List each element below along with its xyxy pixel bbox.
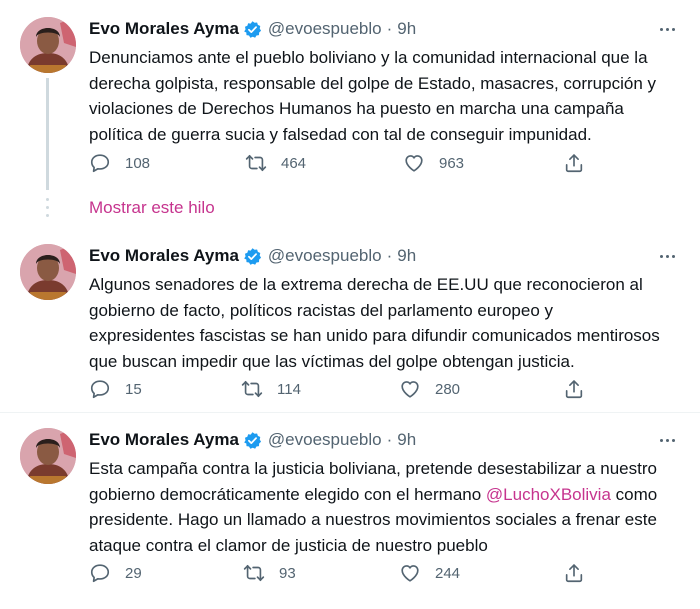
- retweet-button[interactable]: 464: [245, 151, 306, 175]
- like-icon: [405, 155, 423, 172]
- tweet-text: Esta campaña contra la justicia bolivian…: [89, 456, 681, 558]
- author-avatar[interactable]: [20, 244, 76, 300]
- retweet-button[interactable]: 93: [243, 561, 296, 585]
- share-button[interactable]: [563, 377, 585, 401]
- like-count: 963: [439, 154, 465, 172]
- separator-dot: ·: [386, 430, 393, 449]
- reply-button[interactable]: 108: [89, 151, 150, 175]
- tweet-text-segment: gobierno democráticamente elegido con el…: [89, 484, 486, 504]
- tweet-divider: [0, 412, 700, 413]
- reply-count: 108: [125, 154, 151, 172]
- tweet-text-line: que buscan impedir que las víctimas del …: [89, 351, 575, 371]
- reply-icon: [90, 380, 110, 399]
- more-options-icon[interactable]: [656, 19, 678, 39]
- author-handle[interactable]: @evoespueblo: [268, 19, 382, 39]
- retweet-icon: [241, 380, 263, 398]
- tweet-text-line: Denunciamos ante el pueblo boliviano y l…: [89, 48, 648, 67]
- reply-count: 29: [125, 564, 142, 582]
- retweet-count: 114: [277, 380, 301, 398]
- tweet-text-line: presidente. Hago un llamado a nuestros m…: [89, 510, 657, 529]
- separator-dot: ·: [386, 246, 393, 265]
- share-icon: [565, 154, 583, 173]
- tweet-text-line: gobierno de facto, políticos racistas de…: [89, 300, 553, 320]
- like-button[interactable]: 280: [399, 377, 460, 401]
- tweet-text-line: Esta campaña contra la justicia bolivian…: [89, 459, 657, 478]
- like-button[interactable]: 963: [403, 151, 464, 175]
- reply-count: 15: [125, 380, 142, 398]
- author-name[interactable]: Evo Morales Ayma: [89, 246, 239, 266]
- tweet-text-line: expresidentes fascistas se han unido par…: [89, 326, 660, 345]
- share-button[interactable]: [563, 561, 585, 585]
- tweet-text: Algunos senadores de la extrema derecha …: [89, 272, 681, 374]
- mention-link[interactable]: @LuchoXBolivia: [486, 485, 611, 504]
- tweet-text-line: política de guerra sucia y falsedad con …: [89, 124, 592, 144]
- share-icon: [565, 380, 583, 399]
- retweet-count: 93: [279, 564, 296, 582]
- retweet-icon: [245, 154, 267, 172]
- retweet-count: 464: [281, 154, 307, 172]
- like-icon: [401, 565, 419, 582]
- tweet-timestamp[interactable]: 9h: [397, 430, 416, 450]
- author-avatar[interactable]: [20, 17, 76, 73]
- retweet-icon: [243, 564, 265, 582]
- tweet-timestamp[interactable]: 9h: [397, 246, 416, 266]
- tweet-header: Evo Morales Ayma @evoespueblo · 9h: [89, 17, 416, 41]
- tweet-text-segment: como: [610, 484, 658, 504]
- tweet-header: Evo Morales Ayma @evoespueblo · 9h: [89, 428, 416, 452]
- more-options-icon[interactable]: [656, 430, 678, 450]
- tweet-text-line: ataque contra el clamor de justicia de n…: [89, 535, 488, 555]
- like-count: 244: [435, 564, 461, 582]
- separator-dot: ·: [386, 19, 393, 38]
- more-options-icon[interactable]: [656, 246, 678, 266]
- author-handle[interactable]: @evoespueblo: [268, 246, 382, 266]
- reply-icon: [90, 564, 110, 583]
- retweet-button[interactable]: 114: [241, 377, 301, 401]
- share-button[interactable]: [563, 151, 585, 175]
- tweet-text: Denunciamos ante el pueblo boliviano y l…: [89, 45, 681, 147]
- tweet-text-line: violaciones de Derechos Humanos ha puest…: [89, 99, 624, 118]
- thread-gap-dots: [46, 196, 49, 220]
- author-handle[interactable]: @evoespueblo: [268, 430, 382, 450]
- verified-badge-icon: [244, 20, 261, 38]
- tweet-text-line: gobierno democráticamente elegido con el…: [89, 482, 681, 508]
- reply-icon: [90, 154, 110, 173]
- tweet-actions: 15 114 280: [89, 377, 609, 401]
- verified-badge-icon: [244, 431, 261, 449]
- like-count: 280: [435, 380, 461, 398]
- reply-button[interactable]: 15: [89, 377, 142, 401]
- author-name[interactable]: Evo Morales Ayma: [89, 19, 239, 39]
- tweet-text-line: derecha golpista, responsable del golpe …: [89, 73, 657, 93]
- tweet-2[interactable]: Evo Morales Ayma @evoespueblo · 9h Algun…: [0, 244, 700, 414]
- tweet-3[interactable]: Evo Morales Ayma @evoespueblo · 9h Esta …: [0, 428, 700, 598]
- like-icon: [401, 381, 419, 398]
- tweet-actions: 108 464 963: [89, 151, 609, 175]
- author-name[interactable]: Evo Morales Ayma: [89, 430, 239, 450]
- reply-button[interactable]: 29: [89, 561, 142, 585]
- tweet-header: Evo Morales Ayma @evoespueblo · 9h: [89, 244, 416, 268]
- like-button[interactable]: 244: [399, 561, 460, 585]
- tweet-text-line: Algunos senadores de la extrema derecha …: [89, 275, 643, 294]
- verified-badge-icon: [244, 247, 261, 265]
- show-thread-link[interactable]: Mostrar este hilo: [89, 198, 215, 218]
- tweet-actions: 29 93 244: [89, 561, 609, 585]
- author-avatar[interactable]: [20, 428, 76, 484]
- tweet-1[interactable]: Evo Morales Ayma @evoespueblo · 9h Denun…: [0, 17, 700, 187]
- share-icon: [565, 564, 583, 583]
- tweet-timestamp[interactable]: 9h: [397, 19, 416, 39]
